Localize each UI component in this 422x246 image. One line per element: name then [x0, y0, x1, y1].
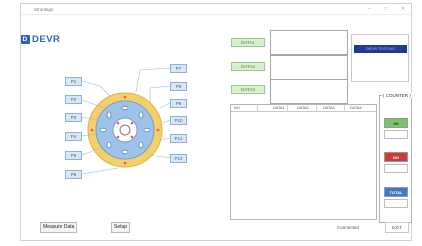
status-badge: DEVR TESTING: [354, 45, 407, 53]
ok-counter-button[interactable]: OK: [384, 118, 408, 128]
ok-count-field: [384, 130, 408, 139]
pin-label-p5: P5: [65, 151, 82, 160]
minimize-button[interactable]: –: [368, 6, 371, 12]
maximize-button[interactable]: □: [384, 6, 387, 12]
data1-label: DATA1: [231, 38, 265, 47]
column-divider: [344, 105, 345, 112]
data1-field[interactable]: [270, 30, 348, 55]
connector-core: [119, 124, 131, 136]
column-header-no: NO: [234, 106, 240, 110]
data2-label: DATA2: [231, 62, 265, 71]
column-divider: [287, 105, 288, 112]
column-header-data3: DATA3: [323, 106, 335, 110]
title-bar: Strontage – □ ✕: [21, 4, 411, 15]
tab-measure-data[interactable]: Measure Data: [40, 222, 78, 233]
pin-label-p8: P8: [170, 82, 187, 91]
column-divider: [316, 105, 317, 112]
ng-counter-button[interactable]: NG: [384, 152, 408, 162]
data3-field[interactable]: [270, 79, 348, 104]
table-header: NO DATA1 DATA2 DATA3 DATA4: [231, 105, 376, 112]
pin-label-p6: P6: [65, 170, 82, 179]
badge-panel: DEVR TESTING: [351, 34, 409, 82]
data-table[interactable]: NO DATA1 DATA2 DATA3 DATA4: [230, 104, 377, 220]
pin-label-p3: P3: [65, 113, 82, 122]
pin-label-p12: P12: [170, 154, 187, 163]
pin-label-p1: P1: [65, 77, 82, 86]
total-counter-button[interactable]: TOTAL: [384, 187, 408, 197]
counter-panel: ( COUNTER ) OK NG TOTAL: [379, 93, 412, 223]
window-title: Strontage: [34, 7, 54, 12]
column-divider: [257, 105, 258, 112]
logo-text: DEVR: [32, 34, 61, 45]
brand-logo: D DEVR: [21, 34, 63, 45]
pin-label-p7: P7: [170, 64, 187, 73]
tab-setup[interactable]: Setup: [111, 222, 131, 233]
total-count-field: [384, 199, 408, 208]
ng-count-field: [384, 164, 408, 173]
exit-button[interactable]: EXIT: [385, 222, 409, 233]
pin-label-p4: P4: [65, 132, 82, 141]
counter-title: ( COUNTER ): [382, 93, 412, 98]
column-header-data4: DATA4: [350, 106, 362, 110]
pin-label-p11: P11: [170, 134, 187, 143]
connection-status: Connected: [337, 225, 359, 230]
column-header-data1: DATA1: [273, 106, 285, 110]
column-header-data2: DATA2: [297, 106, 309, 110]
pin-label-p2: P2: [65, 95, 82, 104]
data3-label: DATA3: [231, 85, 265, 94]
logo-mark: D: [21, 35, 30, 44]
connector-diagram: [87, 92, 163, 168]
pin-label-p9: P9: [170, 99, 187, 108]
logo-mark-letter: D: [22, 35, 28, 43]
close-button[interactable]: ✕: [401, 6, 405, 12]
data2-field[interactable]: [270, 55, 348, 80]
pin-label-p10: P10: [170, 116, 187, 125]
